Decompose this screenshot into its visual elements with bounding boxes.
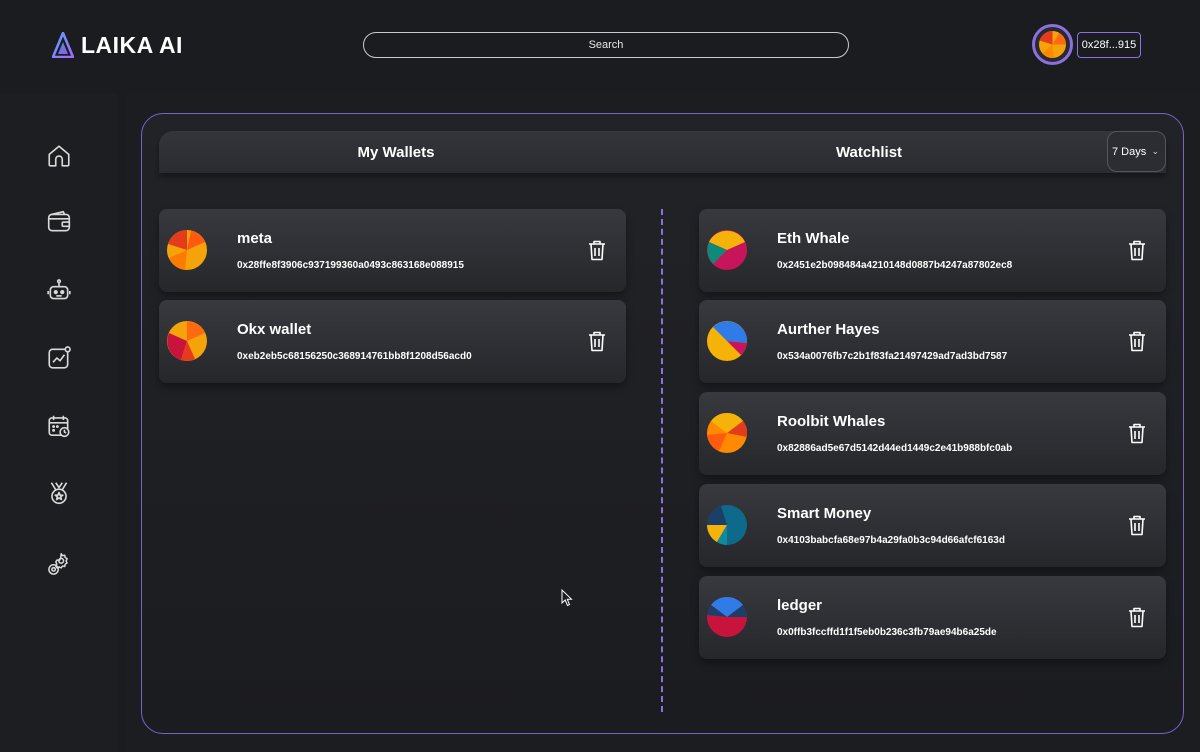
watchlist-name: Roolbit Whales (777, 413, 886, 430)
app-logo-text: LAIKA AI (81, 31, 183, 58)
tab-watchlist[interactable]: Watchlist (719, 131, 1019, 173)
tab-my-wallets[interactable]: My Wallets (159, 131, 633, 173)
settings-icon[interactable] (44, 549, 74, 579)
user-avatar[interactable] (1032, 24, 1073, 65)
top-header: LAIKA AI 0x28f...915 (0, 0, 1200, 88)
watchlist-avatar-pie-icon (707, 505, 747, 545)
watchlist-name: Eth Whale (777, 230, 850, 247)
trash-icon[interactable] (1126, 330, 1148, 352)
trash-icon[interactable] (586, 330, 608, 352)
medal-icon[interactable] (44, 478, 74, 508)
panel-tabs: My Wallets Watchlist (159, 131, 1166, 173)
watchlist-name: ledger (777, 597, 823, 614)
wallet-name: Okx wallet (237, 321, 312, 338)
trash-icon[interactable] (1126, 239, 1148, 261)
wallet-name: meta (237, 230, 273, 247)
wallet-card[interactable]: Okx wallet 0xeb2eb5c68156250c368914761bb… (159, 300, 626, 383)
watchlist-card[interactable]: Roolbit Whales 0x82886ad5e67d5142d44ed14… (699, 392, 1166, 475)
avatar-pie-icon (1039, 31, 1066, 58)
trash-icon[interactable] (1126, 514, 1148, 536)
wallet-address-button[interactable]: 0x28f...915 (1077, 32, 1141, 58)
laika-logo-icon (52, 32, 74, 58)
trash-icon[interactable] (586, 239, 608, 261)
watchlist-address: 0x4103babcfa68e97b4a29fa0b3c94d66afcf616… (777, 535, 1005, 546)
robot-icon[interactable] (44, 276, 74, 306)
watchlist-card[interactable]: Aurther Hayes 0x534a0076fb7c2b1f83fa2149… (699, 300, 1166, 383)
wallet-avatar-pie-icon (167, 230, 207, 270)
watchlist-address: 0x0ffb3fccffd1f1f5eb0b236c3fb79ae94b6a25… (777, 627, 997, 638)
column-divider (661, 209, 663, 712)
watchlist-name: Aurther Hayes (777, 321, 880, 338)
home-icon[interactable] (44, 141, 74, 171)
chevron-down-icon: ⌄ (1151, 146, 1159, 156)
wallet-icon[interactable] (44, 207, 74, 237)
wallet-address: 0xeb2eb5c68156250c368914761bb8f1208d56ac… (237, 351, 472, 362)
wallet-card[interactable]: meta 0x28ffe8f3906c937199360a0493c863168… (159, 209, 626, 292)
wallet-avatar-pie-icon (167, 321, 207, 361)
watchlist-address: 0x534a0076fb7c2b1f83fa21497429ad7ad3bd75… (777, 351, 1008, 362)
calendar-icon[interactable] (44, 411, 74, 441)
watchlist-avatar-pie-icon (707, 230, 747, 270)
watchlist-avatar-pie-icon (707, 413, 747, 453)
app-logo[interactable]: LAIKA AI (52, 30, 183, 60)
watchlist-address: 0x2451e2b098484a4210148d0887b4247a87802e… (777, 260, 1013, 271)
trash-icon[interactable] (1126, 422, 1148, 444)
search-input[interactable] (363, 32, 849, 58)
trash-icon[interactable] (1126, 606, 1148, 628)
period-select-value: 7 Days (1112, 145, 1147, 158)
watchlist-card[interactable]: Smart Money 0x4103babcfa68e97b4a29fa0b3c… (699, 484, 1166, 567)
watchlist-name: Smart Money (777, 505, 872, 522)
sidebar (0, 93, 118, 752)
watchlist-card[interactable]: ledger 0x0ffb3fccffd1f1f5eb0b236c3fb79ae… (699, 576, 1166, 659)
watchlist-card[interactable]: Eth Whale 0x2451e2b098484a4210148d0887b4… (699, 209, 1166, 292)
wallet-address: 0x28ffe8f3906c937199360a0493c863168e0889… (237, 260, 464, 271)
mouse-cursor-icon (561, 589, 573, 607)
period-select[interactable]: 7 Days ⌄ (1107, 131, 1166, 172)
watchlist-avatar-pie-icon (707, 597, 747, 637)
watchlist-address: 0x82886ad5e67d5142d44ed1449c2e41b988bfc0… (777, 443, 1013, 454)
watchlist-avatar-pie-icon (707, 321, 747, 361)
chart-icon[interactable] (44, 343, 74, 373)
